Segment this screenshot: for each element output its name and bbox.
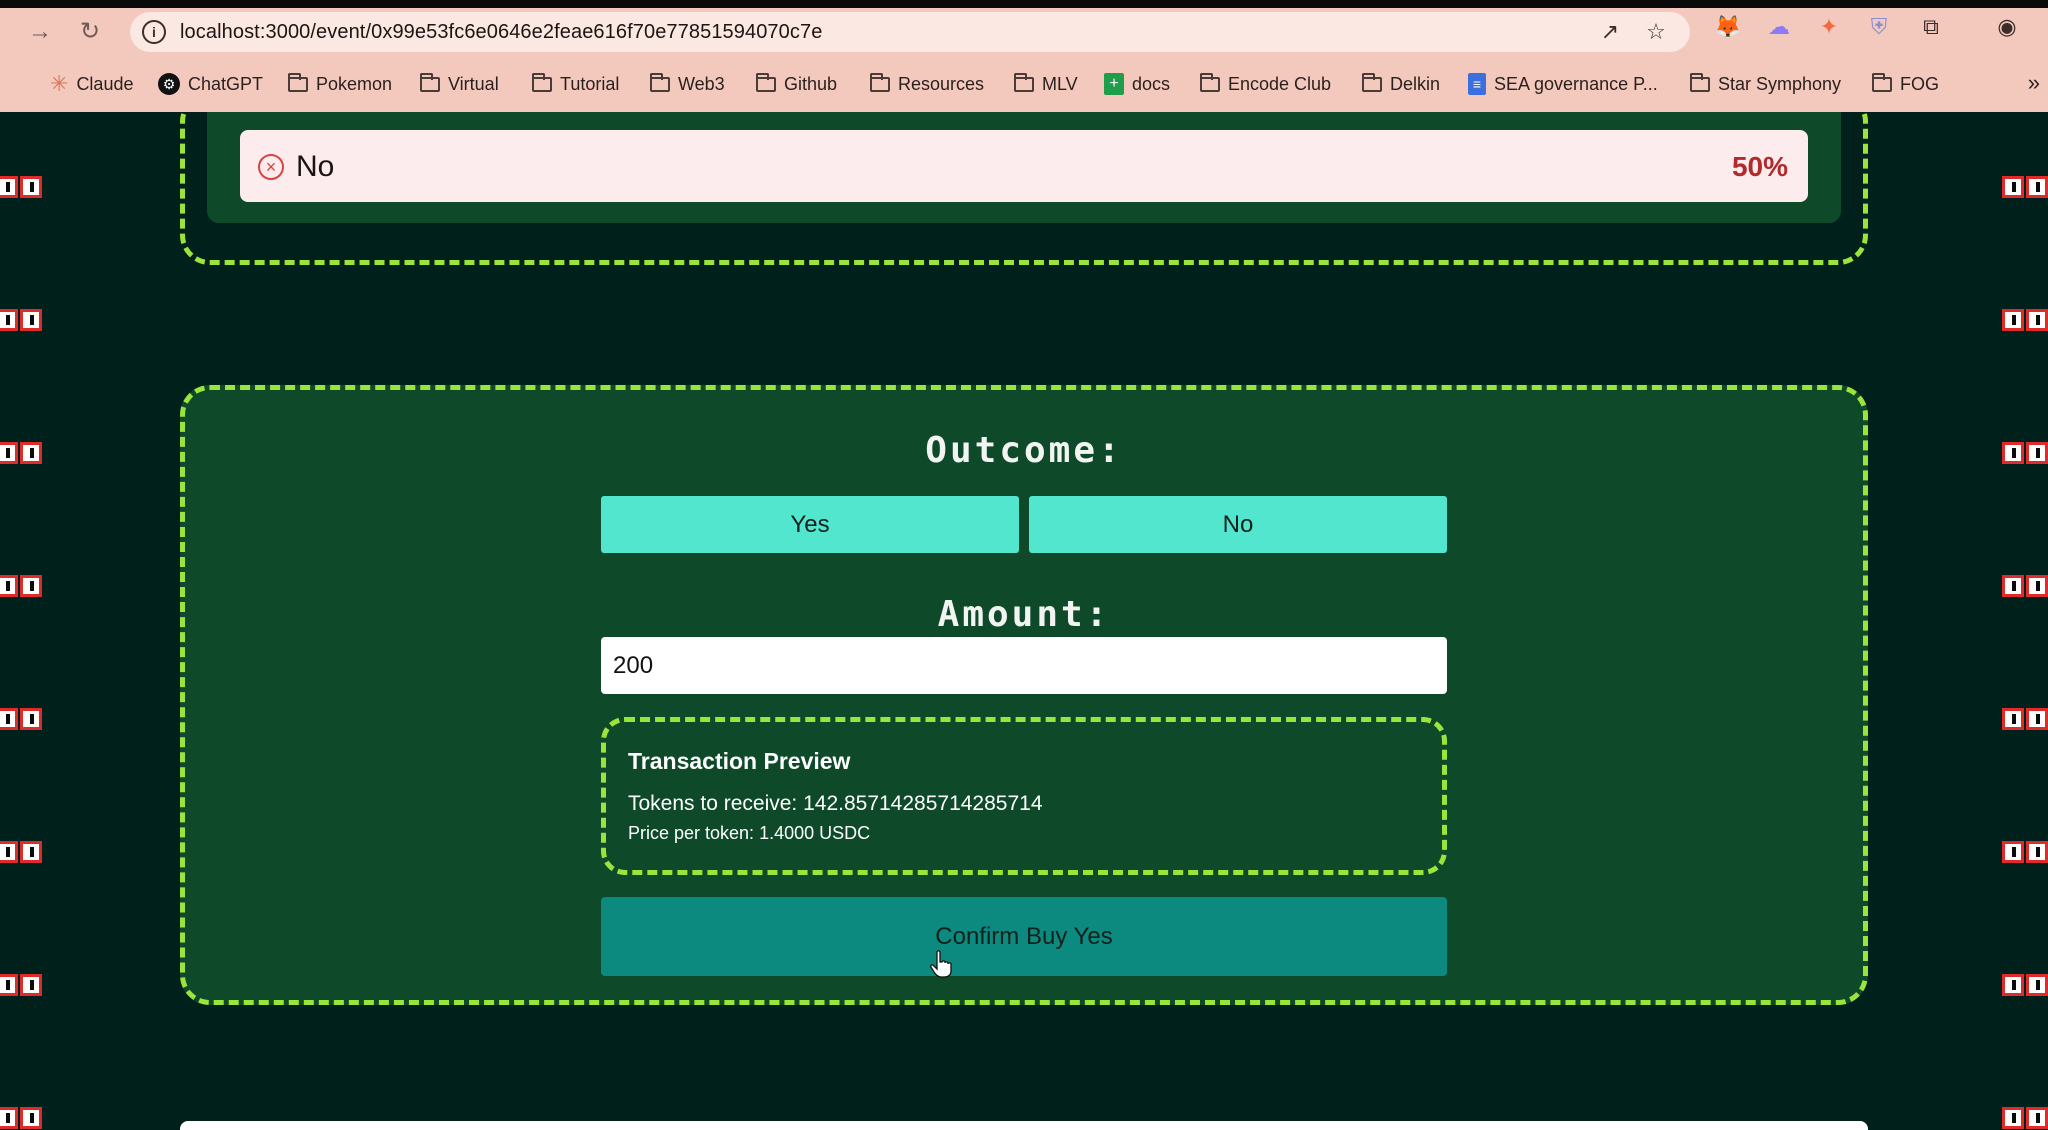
extension-cloud-icon[interactable]: ☁ xyxy=(1766,14,1792,40)
site-info-icon[interactable]: i xyxy=(142,20,166,44)
pixel-decoration-icon xyxy=(2002,841,2048,863)
bookmark-web3[interactable]: Web3 xyxy=(650,71,725,97)
extension-arrow-icon[interactable]: ✦ xyxy=(1816,14,1842,40)
close-circle-icon: × xyxy=(258,154,284,180)
url-text[interactable]: localhost:3000/event/0x99e53fc6e0646e2fe… xyxy=(180,21,822,44)
pixel-decoration-icon xyxy=(2002,974,2048,996)
pixel-decoration-icon xyxy=(2002,176,2048,198)
bookmark-resources[interactable]: Resources xyxy=(870,71,984,97)
bookmark-fog[interactable]: FOG xyxy=(1872,71,1939,97)
page-content: × No 50% Outcome: Yes No Amount: 200 Tra… xyxy=(0,112,2048,1130)
folder-icon xyxy=(870,72,890,92)
pixel-decoration-icon xyxy=(0,575,46,597)
pixel-decoration-icon xyxy=(0,176,46,198)
amount-input[interactable]: 200 xyxy=(601,637,1447,694)
amount-heading: Amount: xyxy=(937,594,1111,635)
bookmark-tutorial[interactable]: Tutorial xyxy=(532,71,619,97)
folder-icon xyxy=(1690,72,1710,92)
folder-icon xyxy=(1014,72,1034,92)
bookmark-pokemon[interactable]: Pokemon xyxy=(288,71,392,97)
extensions-puzzle-icon[interactable]: ⧉ xyxy=(1918,14,1944,40)
bookmark-github[interactable]: Github xyxy=(756,71,837,97)
pixel-decoration-icon xyxy=(0,309,46,331)
outcome-row-no[interactable]: × No 50% xyxy=(240,130,1808,202)
bookmark-star-icon[interactable]: ☆ xyxy=(1644,20,1668,44)
folder-icon xyxy=(1200,72,1220,92)
pixel-decoration-icon xyxy=(2002,309,2048,331)
preview-title: Transaction Preview xyxy=(628,748,851,774)
hand-cursor-icon xyxy=(930,950,952,978)
bookmarks-bar: ✳ Claude ⚙ ChatGPT Pokemon Virtual Tutoria… xyxy=(0,56,2048,112)
chatgpt-icon: ⚙ xyxy=(158,73,180,95)
pixel-decoration-icon xyxy=(2002,708,2048,730)
bookmark-docs[interactable]: + docs xyxy=(1104,71,1170,97)
docs-icon: ≡ xyxy=(1468,73,1486,95)
pixel-decoration-icon xyxy=(0,841,46,863)
pixel-decoration-icon xyxy=(0,974,46,996)
address-bar[interactable]: i localhost:3000/event/0x99e53fc6e0646e2… xyxy=(130,12,1690,52)
window-top-strip xyxy=(0,0,2048,8)
reload-icon[interactable]: ↻ xyxy=(76,18,104,46)
more-bookmarks-icon[interactable]: » xyxy=(2028,70,2040,96)
folder-icon xyxy=(532,72,552,92)
bookmark-star-symphony[interactable]: Star Symphony xyxy=(1690,71,1841,97)
bookmark-chatgpt[interactable]: ⚙ ChatGPT xyxy=(158,71,263,97)
claude-icon: ✳ xyxy=(50,71,69,96)
folder-icon xyxy=(756,72,776,92)
sheets-icon: + xyxy=(1104,73,1124,95)
pixel-decoration-icon xyxy=(2002,575,2048,597)
forward-icon[interactable]: → xyxy=(26,18,54,46)
outcome-no-button[interactable]: No xyxy=(1029,496,1447,553)
pixel-decoration-icon xyxy=(0,1107,46,1129)
outcome-yes-button[interactable]: Yes xyxy=(601,496,1019,553)
pixel-decoration-icon xyxy=(0,442,46,464)
bookmark-encode-club[interactable]: Encode Club xyxy=(1200,71,1331,97)
pixel-decoration-icon xyxy=(2002,442,2048,464)
pixel-decoration-icon xyxy=(0,708,46,730)
bookmark-claude[interactable]: ✳ Claude xyxy=(50,71,133,97)
outcome-label: No xyxy=(296,150,335,183)
next-section-card xyxy=(180,1121,1868,1130)
folder-icon xyxy=(288,72,308,92)
folder-icon xyxy=(420,72,440,92)
bookmark-delkin[interactable]: Delkin xyxy=(1362,71,1440,97)
open-external-icon[interactable]: ↗ xyxy=(1598,20,1622,44)
folder-icon xyxy=(1362,72,1382,92)
preview-tokens: Tokens to receive: 142.85714285714285714 xyxy=(628,792,1043,815)
bookmark-mlv[interactable]: MLV xyxy=(1014,71,1078,97)
preview-price: Price per token: 1.4000 USDC xyxy=(628,823,871,843)
profile-avatar-icon[interactable]: ◉ xyxy=(1994,14,2020,40)
shield-icon[interactable]: ⛨ xyxy=(1866,14,1892,40)
folder-icon xyxy=(650,72,670,92)
pixel-decoration-icon xyxy=(2002,1107,2048,1129)
outcome-heading: Outcome: xyxy=(925,430,1123,471)
folder-icon xyxy=(1872,72,1892,92)
metamask-icon[interactable]: 🦊 xyxy=(1714,14,1741,40)
confirm-buy-button[interactable]: Confirm Buy Yes xyxy=(601,897,1447,976)
bookmark-virtual[interactable]: Virtual xyxy=(420,71,499,97)
outcome-percent: 50% xyxy=(1731,151,1788,182)
bookmark-sea-governance[interactable]: ≡ SEA governance P... xyxy=(1468,71,1658,97)
browser-toolbar: → ↻ i localhost:3000/event/0x99e53fc6e06… xyxy=(0,8,2048,56)
transaction-preview: Transaction Preview Tokens to receive: 1… xyxy=(601,717,1447,875)
